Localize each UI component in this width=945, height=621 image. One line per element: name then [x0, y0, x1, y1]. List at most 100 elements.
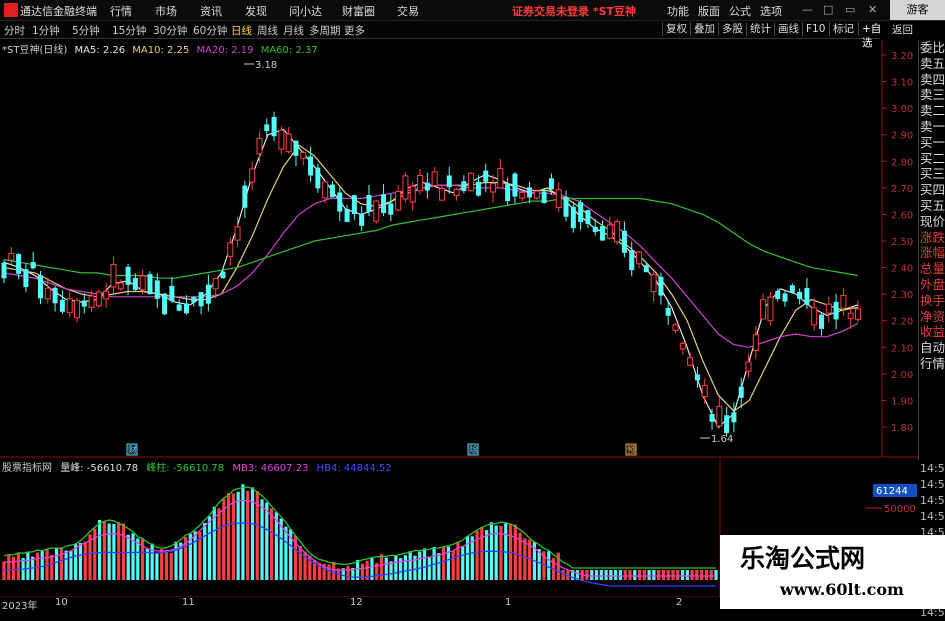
indicator-v3: MB3: 46607.23	[232, 463, 309, 474]
candle-down	[23, 269, 29, 288]
candle-up	[402, 175, 409, 200]
candle-down	[731, 412, 737, 423]
price-tick-label: 3.00	[891, 104, 913, 115]
candle-up	[95, 291, 102, 307]
candle-up	[278, 129, 285, 150]
candle-up	[519, 191, 526, 199]
candle-down	[643, 265, 649, 273]
volume-bar	[231, 493, 235, 580]
ma20-label: MA20: 2.19	[196, 45, 254, 56]
volume-bar	[269, 508, 274, 580]
volume-bar	[50, 555, 54, 580]
price-tick-label: 2.60	[891, 210, 913, 221]
date-label: 2	[676, 597, 683, 608]
volume-bar	[661, 570, 666, 580]
volume-bar	[408, 551, 412, 580]
sidebar-item[interactable]: 自动	[919, 340, 945, 356]
candle-down	[198, 292, 204, 307]
volume-bar	[126, 534, 130, 580]
candle-down	[1, 262, 7, 279]
volume-bar	[637, 570, 642, 580]
ma60-label: MA60: 2.37	[260, 45, 318, 56]
sidebar-item: 净资	[920, 308, 945, 324]
candle-up	[533, 190, 540, 199]
sidebar-item: 总量	[920, 261, 945, 277]
tick-time: 14:54	[920, 478, 945, 491]
candle-down	[52, 287, 58, 304]
volume-bar	[203, 522, 207, 580]
watermark: 乐淘公式网 www.60lt.com	[720, 535, 945, 609]
volume-bar	[394, 555, 398, 580]
sidebar-item: 外盘	[920, 276, 945, 292]
volume-bar	[676, 570, 680, 580]
candle-up	[409, 185, 416, 203]
volume-bar	[193, 531, 197, 580]
volume-tick-label: 50000	[884, 504, 916, 515]
volume-bar	[642, 570, 646, 580]
candle-up	[256, 137, 263, 155]
candle-down	[483, 170, 489, 182]
candle-up	[249, 168, 256, 183]
volume-bar	[169, 552, 173, 580]
date-label: 10	[55, 597, 68, 608]
date-label: 2023年	[2, 601, 38, 612]
price-tick-label: 3.10	[891, 78, 913, 89]
candle-up	[760, 299, 767, 320]
volume-legend: 股票指标网 量峰: -56610.78 峰柱: -56610.78 MB3: 4…	[2, 459, 397, 474]
sidebar-item[interactable]: 行情	[919, 356, 945, 372]
candle-down	[505, 184, 511, 202]
volume-bar	[389, 561, 393, 580]
event-marker-label: 财	[128, 444, 137, 456]
volume-bar	[475, 530, 479, 580]
candle-up	[745, 361, 752, 372]
candle-down	[775, 290, 781, 300]
candle-down	[205, 284, 211, 304]
volume-bar	[690, 570, 694, 580]
sidebar-item: 买一	[920, 134, 945, 150]
candle-down	[461, 181, 467, 192]
volume-bar	[485, 530, 489, 580]
indicator-line-green	[3, 486, 716, 569]
candle-down	[629, 250, 635, 271]
candle-down	[359, 214, 365, 226]
volume-bar	[35, 552, 40, 580]
candle-down	[724, 415, 730, 434]
kline-chart[interactable]: 3.20 3.10 3.00 2.90 2.80 2.70 2.60 2.50 2.40 2.30…	[0, 0, 945, 609]
volume-bar	[422, 548, 427, 580]
volume-bar	[136, 538, 140, 580]
indicator-v4: HB4: 44844.52	[316, 463, 392, 474]
volume-bar	[442, 546, 446, 580]
candle-up	[840, 294, 847, 309]
candle-down	[819, 314, 825, 329]
candle-down	[329, 184, 335, 198]
tick-time: 14:55	[920, 510, 945, 523]
high-label: 3.18	[255, 60, 277, 71]
price-tick-label: 2.40	[891, 264, 913, 275]
date-label: 12	[350, 597, 363, 608]
volume-bar	[704, 570, 709, 580]
volume-bar	[666, 570, 670, 580]
volume-bar	[652, 570, 656, 580]
volume-bar	[346, 565, 350, 580]
candle-down	[541, 191, 547, 203]
date-label: 11	[182, 597, 195, 608]
volume-bar	[685, 570, 689, 580]
tick-time: 14:55	[920, 494, 945, 507]
price-tick-label: 2.70	[891, 184, 913, 195]
volume-bar	[590, 570, 594, 580]
candle-down	[344, 209, 350, 222]
candle-down	[183, 303, 189, 314]
volume-bar	[709, 570, 713, 580]
volume-bar	[614, 570, 618, 580]
volume-bar	[618, 570, 623, 580]
candle-up	[497, 168, 504, 189]
candle-up	[110, 263, 117, 288]
candle-up	[847, 312, 854, 320]
candle-down	[191, 297, 197, 303]
volume-bar	[7, 554, 11, 580]
candle-up	[468, 172, 475, 192]
candle-up	[44, 287, 51, 300]
candle-up	[438, 187, 445, 201]
volume-bar	[384, 557, 388, 580]
volume-bar	[633, 570, 637, 580]
